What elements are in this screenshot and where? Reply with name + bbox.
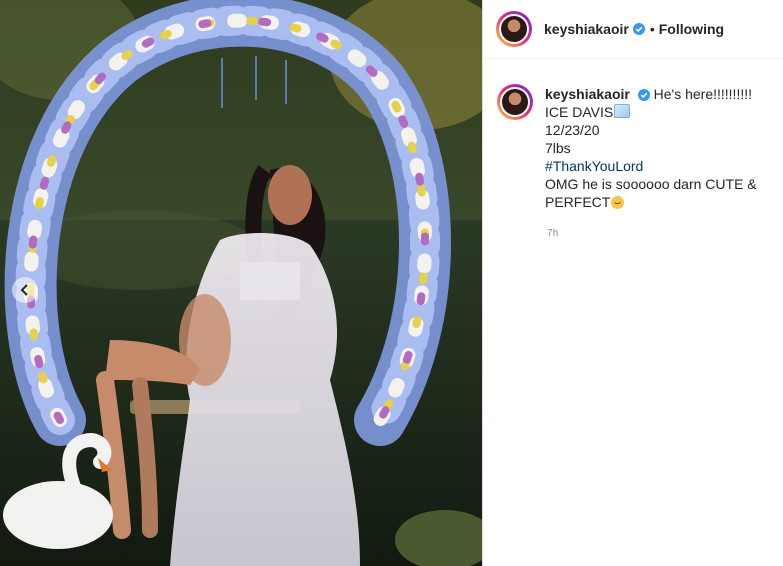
header-username[interactable]: keyshiakaoir [544,21,629,37]
post-photo[interactable] [0,0,482,566]
separator-dot: • [649,21,655,37]
panel-divider [482,0,483,566]
post-timestamp[interactable]: 7h [547,228,559,239]
verified-badge-icon [637,89,650,102]
caption-avatar[interactable] [497,84,533,120]
caption-line-omg: OMG he is soooooo darn CUTE & [545,176,757,192]
caption-line-perfect: PERFECT [545,194,611,210]
caption-line-weight: 7lbs [545,140,571,156]
caption-line-name: ICE DAVIS [545,104,614,120]
chevron-left-icon [20,284,28,296]
hashtag-link[interactable]: #ThankYouLord [545,157,757,175]
post-header: keyshiakaoir • Following [483,0,783,59]
caption-line-date: 12/23/20 [545,122,600,138]
carousel-prev-button[interactable] [12,277,38,303]
avatar[interactable] [496,11,532,47]
following-button[interactable]: Following [659,21,724,37]
caption-headline: He's here!!!!!!!!!! [653,86,753,102]
photo-illustration [0,0,482,566]
ice-cube-emoji [614,104,631,118]
baby-emoji [611,196,625,209]
verified-badge-icon [632,23,645,35]
caption-text: keyshiakaoir He's here!!!!!!!!!! ICE DAV… [545,85,757,211]
caption-username[interactable]: keyshiakaoir [545,86,630,102]
caption-block: keyshiakaoir He's here!!!!!!!!!! ICE DAV… [497,84,777,211]
